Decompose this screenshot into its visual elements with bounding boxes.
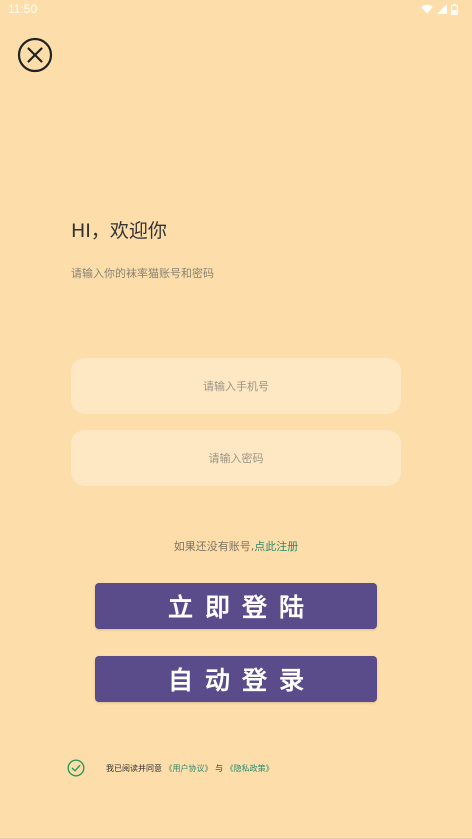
register-link[interactable]: 点此注册 [254, 540, 298, 553]
register-prompt: 如果还没有账号,点此注册 [0, 538, 472, 554]
status-bar: 11:50 [0, 0, 472, 20]
password-placeholder: 请输入密码 [208, 452, 264, 465]
privacy-policy-link[interactable]: 《隐私政策》 [226, 764, 274, 773]
agreement-row: 我已阅读并同意 《用户协议》 与 《隐私政策》 [67, 759, 274, 777]
close-button[interactable] [17, 37, 53, 73]
user-agreement-link[interactable]: 《用户协议》 [165, 764, 213, 773]
wifi-icon [421, 4, 433, 14]
phone-placeholder: 请输入手机号 [203, 380, 269, 393]
agreement-prefix: 我已阅读并同意 [106, 763, 162, 773]
agreement-conjunction: 与 [215, 763, 224, 773]
status-time: 11:50 [8, 2, 38, 16]
battery-icon [451, 3, 458, 15]
greeting-title: HI，欢迎你 [71, 220, 167, 242]
agreement-text: 我已阅读并同意 《用户协议》 与 《隐私政策》 [106, 763, 274, 774]
status-icons [421, 3, 458, 15]
check-circle-icon[interactable] [67, 759, 85, 777]
password-input[interactable]: 请输入密码 [71, 430, 401, 486]
phone-input[interactable]: 请输入手机号 [71, 358, 401, 414]
signal-icon [437, 4, 447, 14]
auto-login-button-label: 自动登录 [167, 666, 316, 695]
login-button[interactable]: 立即登陆 [95, 583, 377, 629]
auto-login-button[interactable]: 自动登录 [95, 656, 377, 702]
login-button-label: 立即登陆 [167, 593, 316, 622]
register-prompt-text: 如果还没有账号, [173, 540, 255, 553]
greeting-subtitle: 请输入你的袜率猫账号和密码 [71, 267, 214, 280]
close-icon [17, 37, 53, 73]
